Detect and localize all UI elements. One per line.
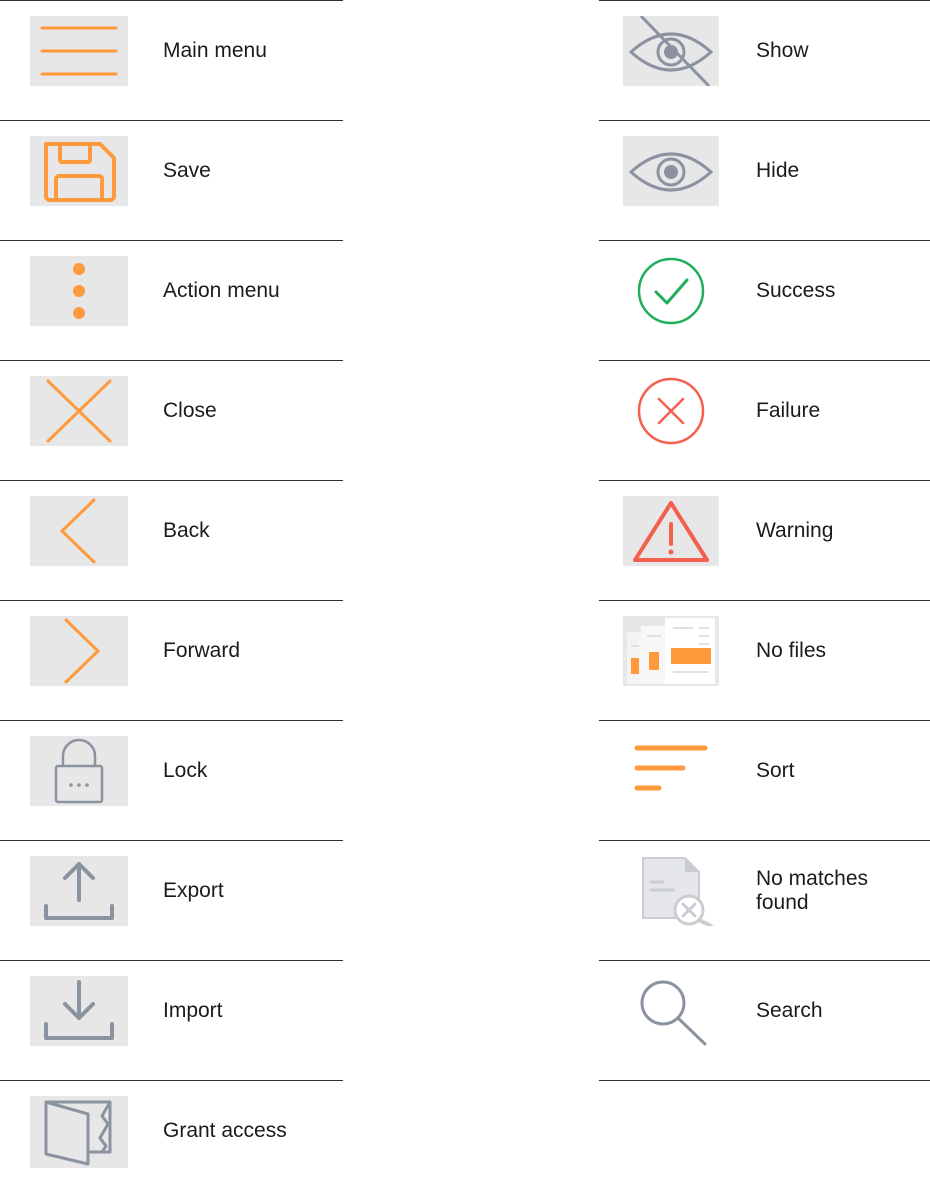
list-item: No files — [599, 600, 930, 720]
list-item: Export — [0, 840, 343, 960]
item-label: Save — [163, 159, 211, 182]
magnifier-search-icon — [623, 976, 719, 1046]
item-label: Warning — [756, 519, 834, 542]
list-item: Hide — [599, 120, 930, 240]
item-label: Import — [163, 999, 223, 1022]
item-label: Failure — [756, 399, 821, 422]
floppy-disk-icon — [30, 136, 128, 206]
list-item: Main menu — [0, 0, 343, 120]
list-item: Back — [0, 480, 343, 600]
left-icon-list: Main menu Save Action menu Close Back Fo… — [0, 0, 343, 1200]
item-label: Action menu — [163, 279, 280, 302]
item-label: Search — [756, 999, 823, 1022]
list-item: Forward — [0, 600, 343, 720]
close-x-icon — [30, 376, 128, 446]
import-download-icon — [30, 976, 128, 1046]
list-item: No matches found — [599, 840, 930, 960]
right-icon-list: Show Hide Success Failure Warning No fil… — [599, 0, 930, 1081]
item-label: Main menu — [163, 39, 267, 62]
item-label: No files — [756, 639, 827, 662]
export-upload-icon — [30, 856, 128, 926]
item-label: Back — [163, 519, 210, 542]
lock-icon — [30, 736, 128, 806]
item-label: Success — [756, 279, 836, 302]
item-label: Close — [163, 399, 217, 422]
open-door-icon — [30, 1096, 128, 1168]
item-label: Hide — [756, 159, 800, 182]
list-item: Show — [599, 0, 930, 120]
item-label: Forward — [163, 639, 241, 662]
list-item: Warning — [599, 480, 930, 600]
item-label: Export — [163, 879, 224, 902]
chevron-left-icon — [30, 496, 128, 566]
eye-slash-icon — [623, 16, 719, 86]
eye-icon — [623, 136, 719, 206]
item-label: No matches found — [756, 867, 869, 914]
x-circle-icon — [623, 376, 719, 446]
list-item: Success — [599, 240, 930, 360]
list-item: Lock — [0, 720, 343, 840]
item-label: Show — [756, 39, 809, 62]
vertical-dots-icon — [30, 256, 128, 326]
hamburger-menu-icon — [30, 16, 128, 86]
chevron-right-icon — [30, 616, 128, 686]
list-item: Save — [0, 120, 343, 240]
item-label: Lock — [163, 759, 208, 782]
check-circle-icon — [623, 256, 719, 326]
list-item: Action menu — [0, 240, 343, 360]
sort-lines-icon — [623, 736, 719, 806]
list-item: Search — [599, 960, 930, 1081]
list-item: Import — [0, 960, 343, 1080]
list-item: Close — [0, 360, 343, 480]
warning-triangle-icon — [623, 496, 719, 566]
list-item: Grant access — [0, 1080, 343, 1200]
no-matches-document-icon — [623, 856, 719, 926]
item-label: Grant access — [163, 1119, 287, 1142]
no-files-icon — [623, 616, 719, 686]
list-item: Sort — [599, 720, 930, 840]
list-item: Failure — [599, 360, 930, 480]
item-label: Sort — [756, 759, 795, 782]
